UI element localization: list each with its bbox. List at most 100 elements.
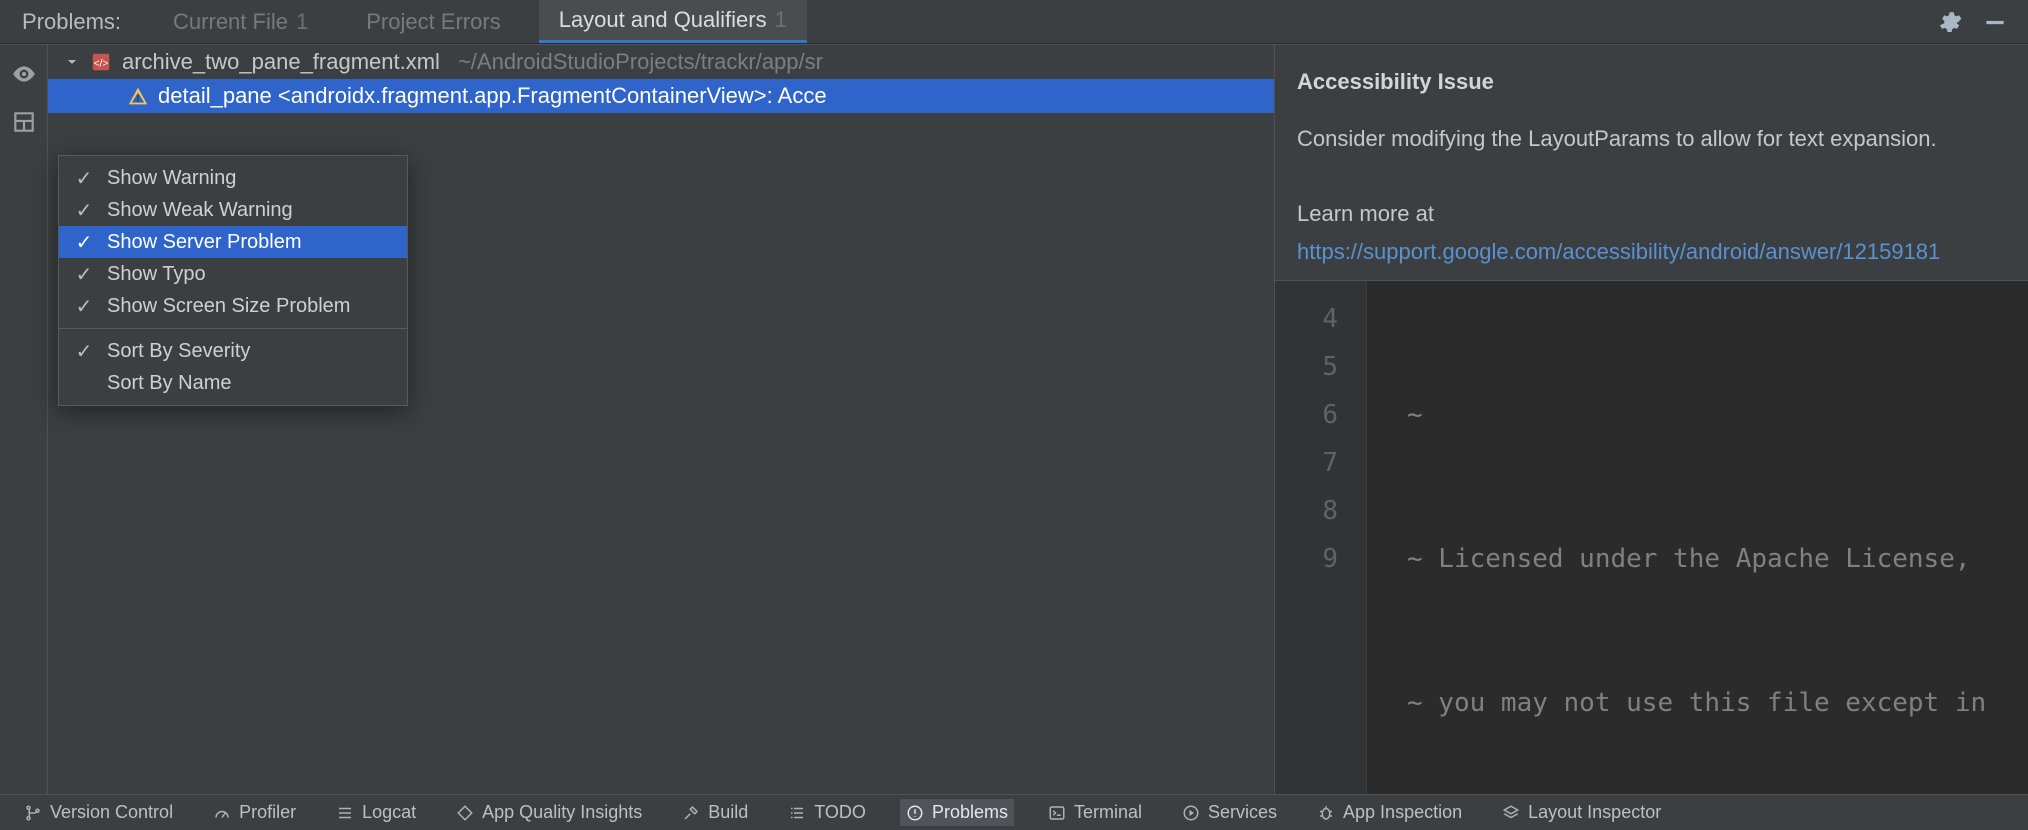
chevron-down-icon [64, 54, 80, 70]
line-no: 5 [1275, 343, 1338, 391]
line-no: 8 [1275, 487, 1338, 535]
popup-item-sort-by-severity[interactable]: ✓ Sort By Severity [59, 335, 407, 367]
tree-file-row[interactable]: </> archive_two_pane_fragment.xml ~/Andr… [48, 45, 1274, 79]
popup-item-show-warning[interactable]: ✓ Show Warning [59, 162, 407, 194]
check-icon: ✓ [75, 230, 93, 255]
terminal-icon [1048, 804, 1066, 822]
status-profiler[interactable]: Profiler [207, 799, 302, 826]
problems-tree-pane: </> archive_two_pane_fragment.xml ~/Andr… [48, 45, 1274, 794]
branch-icon [24, 804, 42, 822]
list-icon [788, 804, 806, 822]
problems-tabbar: Problems: Current File 1 Project Errors … [0, 0, 2028, 44]
check-icon: ✓ [75, 262, 93, 287]
code-lines: ~ ~ Licensed under the Apache License, ~… [1367, 281, 2028, 794]
status-label: Problems [932, 802, 1008, 823]
status-logcat[interactable]: Logcat [330, 799, 422, 826]
layout-icon[interactable] [11, 109, 37, 135]
line-no: 6 [1275, 391, 1338, 439]
status-label: App Quality Insights [482, 802, 642, 823]
tree-file-name: archive_two_pane_fragment.xml [122, 49, 440, 75]
status-label: Logcat [362, 802, 416, 823]
popup-separator [59, 328, 407, 329]
status-bar: Version Control Profiler Logcat App Qual… [0, 794, 2028, 830]
learn-more-label: Learn more at [1297, 201, 1434, 226]
tab-label: Layout and Qualifiers [559, 7, 767, 33]
issue-description: Accessibility Issue Consider modifying t… [1275, 45, 2028, 280]
popup-item-label: Sort By Severity [107, 340, 250, 363]
bug-icon [1317, 804, 1335, 822]
status-problems[interactable]: Problems [900, 799, 1014, 826]
warning-icon [128, 86, 148, 106]
check-icon: ✓ [75, 294, 93, 319]
status-layout-inspector[interactable]: Layout Inspector [1496, 799, 1667, 826]
tree-issue-label: detail_pane <androidx.fragment.app.Fragm… [158, 83, 827, 109]
status-build[interactable]: Build [676, 799, 754, 826]
content-area: </> archive_two_pane_fragment.xml ~/Andr… [0, 44, 2028, 794]
status-label: Services [1208, 802, 1277, 823]
status-label: Profiler [239, 802, 296, 823]
status-label: Version Control [50, 802, 173, 823]
line-no: 7 [1275, 439, 1338, 487]
popup-item-show-typo[interactable]: ✓ Show Typo [59, 258, 407, 290]
popup-item-show-screen-size-problem[interactable]: ✓ Show Screen Size Problem [59, 290, 407, 322]
status-app-quality-insights[interactable]: App Quality Insights [450, 799, 648, 826]
tab-label: Project Errors [366, 9, 500, 35]
warning-icon [906, 804, 924, 822]
blank-check [75, 372, 93, 395]
code-editor[interactable]: 4 5 6 7 8 9 ~ ~ Licensed under the Apach… [1275, 280, 2028, 794]
problems-title: Problems: [22, 9, 135, 35]
tab-count: 1 [775, 7, 787, 33]
popup-item-label: Show Typo [107, 263, 206, 286]
tabbar-left: Problems: Current File 1 Project Errors … [0, 0, 807, 43]
problems-tree: </> archive_two_pane_fragment.xml ~/Andr… [48, 45, 1274, 113]
play-icon [1182, 804, 1200, 822]
svg-text:</>: </> [94, 59, 109, 70]
status-label: Build [708, 802, 748, 823]
status-todo[interactable]: TODO [782, 799, 872, 826]
status-label: App Inspection [1343, 802, 1462, 823]
detail-panel: Accessibility Issue Consider modifying t… [1274, 45, 2028, 794]
tabbar-actions [1916, 0, 2028, 43]
filter-popup: ✓ Show Warning ✓ Show Weak Warning ✓ Sho… [58, 155, 408, 406]
popup-item-label: Sort By Name [107, 372, 231, 395]
popup-item-label: Show Warning [107, 167, 236, 190]
code-line: ~ you may not use this file except in [1407, 679, 2028, 727]
minimize-icon[interactable] [1982, 9, 2008, 35]
tab-current-file[interactable]: Current File 1 [153, 0, 328, 43]
learn-more-link[interactable]: https://support.google.com/accessibility… [1297, 239, 1940, 264]
popup-item-label: Show Screen Size Problem [107, 295, 350, 318]
tab-project-errors[interactable]: Project Errors [346, 0, 520, 43]
layers-icon [1502, 804, 1520, 822]
check-icon: ✓ [75, 198, 93, 223]
xml-file-icon: </> [90, 51, 112, 73]
code-line: ~ [1407, 391, 2028, 439]
status-terminal[interactable]: Terminal [1042, 799, 1148, 826]
popup-item-show-weak-warning[interactable]: ✓ Show Weak Warning [59, 194, 407, 226]
gear-icon[interactable] [1936, 9, 1962, 35]
left-gutter [0, 45, 48, 794]
status-label: Terminal [1074, 802, 1142, 823]
status-app-inspection[interactable]: App Inspection [1311, 799, 1468, 826]
line-numbers: 4 5 6 7 8 9 [1275, 281, 1367, 794]
tree-file-path: ~/AndroidStudioProjects/trackr/app/sr [450, 49, 823, 75]
status-services[interactable]: Services [1176, 799, 1283, 826]
status-label: TODO [814, 802, 866, 823]
popup-item-show-server-problem[interactable]: ✓ Show Server Problem [59, 226, 407, 258]
check-icon: ✓ [75, 339, 93, 364]
line-no: 4 [1275, 295, 1338, 343]
tab-count: 1 [296, 9, 308, 35]
hammer-icon [682, 804, 700, 822]
check-icon: ✓ [75, 166, 93, 191]
tree-issue-row[interactable]: detail_pane <androidx.fragment.app.Fragm… [48, 79, 1274, 113]
code-line: ~ Licensed under the Apache License, [1407, 535, 2028, 583]
issue-heading: Accessibility Issue [1297, 63, 2006, 100]
tab-label: Current File [173, 9, 288, 35]
bars-icon [336, 804, 354, 822]
popup-item-label: Show Server Problem [107, 231, 302, 254]
status-label: Layout Inspector [1528, 802, 1661, 823]
eye-icon[interactable] [11, 61, 37, 87]
tab-layout-qualifiers[interactable]: Layout and Qualifiers 1 [539, 0, 807, 43]
popup-item-sort-by-name[interactable]: Sort By Name [59, 367, 407, 399]
gauge-icon [213, 804, 231, 822]
status-version-control[interactable]: Version Control [18, 799, 179, 826]
